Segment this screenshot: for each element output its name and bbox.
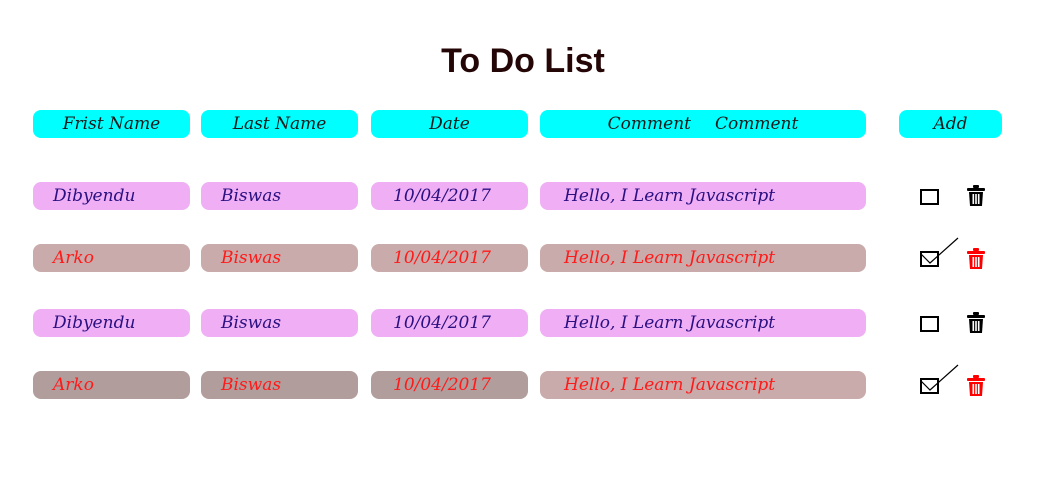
- trash-icon[interactable]: [966, 375, 986, 397]
- checkbox-icon[interactable]: [920, 189, 939, 205]
- header-comment: Comment Comment: [540, 110, 866, 138]
- header-last-name: Last Name: [201, 110, 358, 138]
- header-comment-label-1: Comment: [607, 114, 691, 134]
- last-name-cell: Biswas: [201, 182, 358, 210]
- checked-checkbox-icon[interactable]: [920, 364, 959, 394]
- header-comment-label-2: Comment: [715, 114, 799, 134]
- first-name-cell: Arko: [33, 371, 190, 399]
- date-cell: 10/04/2017: [371, 309, 528, 337]
- date-cell: 10/04/2017: [371, 244, 528, 272]
- first-name-cell: Dibyendu: [33, 309, 190, 337]
- page-title: To Do List: [441, 42, 605, 80]
- add-button[interactable]: Add: [899, 110, 1002, 138]
- comment-cell: Hello, I Learn Javascript: [540, 371, 866, 399]
- last-name-cell: Biswas: [201, 309, 358, 337]
- comment-cell: Hello, I Learn Javascript: [540, 309, 866, 337]
- trash-icon[interactable]: [966, 185, 986, 207]
- comment-cell: Hello, I Learn Javascript: [540, 244, 866, 272]
- last-name-cell: Biswas: [201, 244, 358, 272]
- trash-icon[interactable]: [966, 248, 986, 270]
- header-first-name: Frist Name: [33, 110, 190, 138]
- trash-icon[interactable]: [966, 312, 986, 334]
- date-cell: 10/04/2017: [371, 371, 528, 399]
- date-cell: 10/04/2017: [371, 182, 528, 210]
- header-date: Date: [371, 110, 528, 138]
- checked-checkbox-icon[interactable]: [920, 237, 959, 267]
- comment-cell: Hello, I Learn Javascript: [540, 182, 866, 210]
- last-name-cell: Biswas: [201, 371, 358, 399]
- first-name-cell: Dibyendu: [33, 182, 190, 210]
- first-name-cell: Arko: [33, 244, 190, 272]
- checkbox-icon[interactable]: [920, 316, 939, 332]
